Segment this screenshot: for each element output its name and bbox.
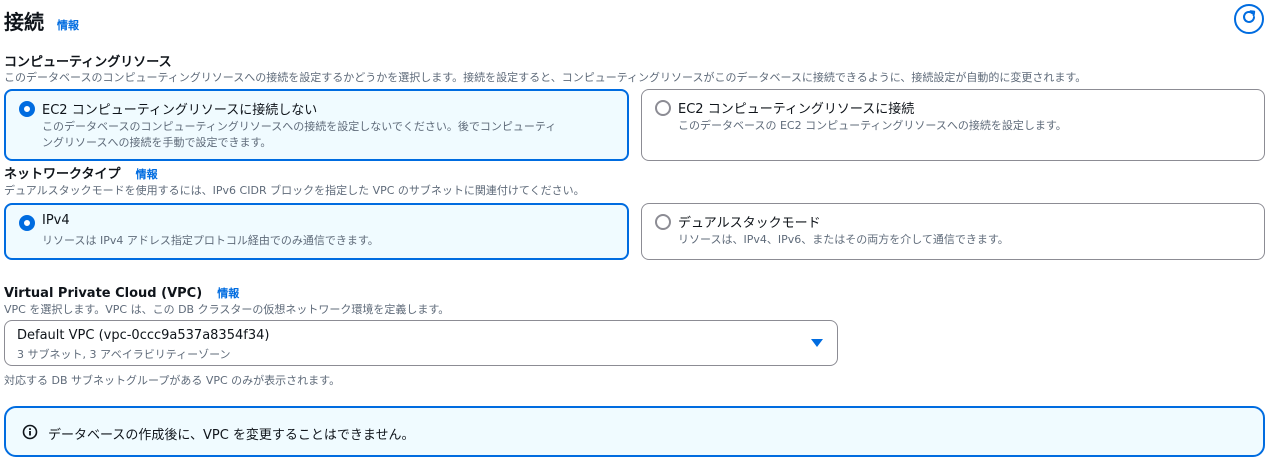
refresh-button[interactable]	[1234, 4, 1264, 34]
refresh-icon	[1241, 9, 1257, 29]
compute-section-description: このデータベースのコンピューティングリソースへの接続を設定するかどうかを選択しま…	[4, 71, 1087, 84]
option-dual-stack[interactable]: デュアルスタックモード リソースは、IPv4、IPv6、またはその両方を介して通…	[641, 203, 1265, 260]
vpc-selected-subtext: 3 サブネット, 3 アベイラビリティーゾーン	[17, 348, 231, 361]
option-no-ec2-connect[interactable]: EC2 コンピューティングリソースに接続しない このデータベースのコンピューティ…	[4, 89, 629, 161]
info-link[interactable]: 情報	[217, 287, 239, 300]
option-ipv4[interactable]: IPv4 リソースは IPv4 アドレス指定プロトコル経由でのみ通信できます。	[4, 203, 629, 260]
option-description-line: このデータベースのコンピューティングリソースへの接続を設定しないでください。後で…	[42, 120, 557, 133]
info-alert: データベースの作成後に、VPC を変更することはできません。	[4, 406, 1265, 457]
option-description: リソースは IPv4 アドレス指定プロトコル経由でのみ通信できます。	[42, 234, 379, 247]
option-description: このデータベースのコンピューティングリソースへの接続を設定しないでください。後で…	[42, 119, 556, 151]
radio-button-selected[interactable]	[19, 215, 35, 231]
vpc-selected-value: Default VPC (vpc-0ccc9a537a8354f34)	[17, 328, 270, 343]
network-section-description: デュアルスタックモードを使用するには、IPv6 CIDR ブロックを指定した V…	[4, 184, 585, 197]
option-label: EC2 コンピューティングリソースに接続	[678, 102, 915, 117]
compute-section-title: コンピューティングリソース	[4, 55, 172, 70]
option-ec2-connect[interactable]: EC2 コンピューティングリソースに接続 このデータベースの EC2 コンピュー…	[641, 89, 1265, 161]
network-section-title: ネットワークタイプ	[4, 167, 121, 182]
info-icon	[22, 424, 38, 444]
info-link[interactable]: 情報	[136, 168, 158, 181]
option-description-line: ングリソースへの接続を手動で設定できます。	[42, 136, 272, 149]
radio-button[interactable]	[655, 214, 671, 230]
option-description: リソースは、IPv4、IPv6、またはその両方を介して通信できます。	[678, 233, 1009, 246]
alert-message: データベースの作成後に、VPC を変更することはできません。	[48, 428, 415, 443]
option-label: EC2 コンピューティングリソースに接続しない	[42, 103, 318, 118]
vpc-section-header: Virtual Private Cloud (VPC) 情報	[4, 282, 239, 301]
option-description: このデータベースの EC2 コンピューティングリソースへの接続を設定します。	[678, 119, 1067, 132]
radio-button-selected[interactable]	[19, 101, 35, 117]
option-label: デュアルスタックモード	[678, 216, 821, 231]
vpc-hint: 対応する DB サブネットグループがある VPC のみが表示されます。	[4, 374, 341, 387]
radio-button[interactable]	[655, 100, 671, 116]
info-link[interactable]: 情報	[57, 19, 79, 32]
caret-down-icon	[811, 339, 823, 347]
vpc-section-title: Virtual Private Cloud (VPC)	[4, 286, 203, 301]
vpc-select[interactable]: Default VPC (vpc-0ccc9a537a8354f34) 3 サブ…	[4, 320, 838, 366]
network-section-header: ネットワークタイプ 情報	[4, 163, 158, 182]
option-label: IPv4	[42, 213, 70, 228]
vpc-section-description: VPC を選択します。VPC は、この DB クラスターの仮想ネットワーク環境を…	[4, 303, 450, 316]
title-text: 接続	[4, 10, 44, 34]
page-title: 接続 情報	[4, 6, 79, 35]
